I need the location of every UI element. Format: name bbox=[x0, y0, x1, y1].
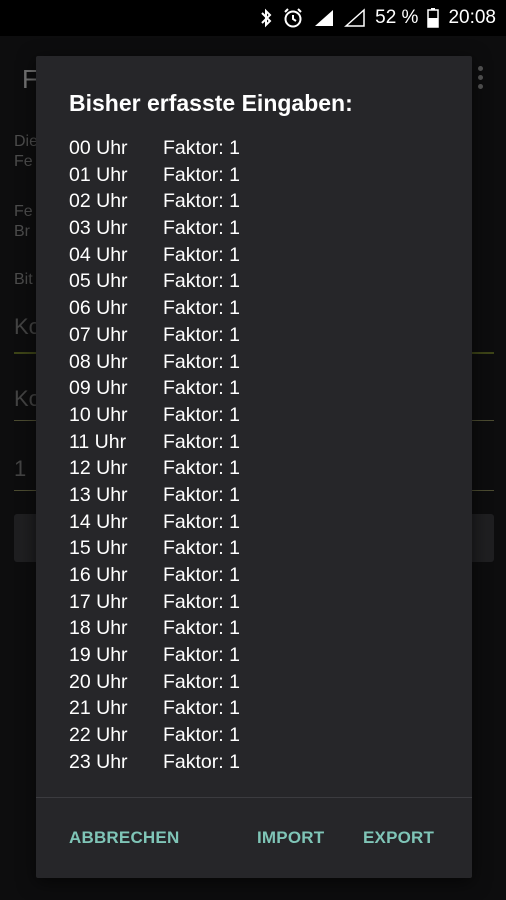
factor-label: Faktor: 1 bbox=[163, 750, 240, 773]
list-item: 05 Uhr Faktor: 1 bbox=[69, 268, 240, 295]
cancel-button[interactable]: ABBRECHEN bbox=[69, 828, 179, 848]
factor-label: Faktor: 1 bbox=[163, 510, 240, 533]
list-item: 09 Uhr Faktor: 1 bbox=[69, 375, 240, 402]
hour-label: 05 Uhr bbox=[69, 270, 128, 293]
list-item: 04 Uhr Faktor: 1 bbox=[69, 242, 240, 269]
list-item: 14 Uhr Faktor: 1 bbox=[69, 509, 240, 536]
factor-label: Faktor: 1 bbox=[163, 564, 240, 586]
list-item: 02 Uhr Faktor: 1 bbox=[69, 188, 240, 215]
hour-label: 15 Uhr bbox=[69, 537, 128, 560]
factor-label: Faktor: 1 bbox=[163, 697, 240, 720]
list-item: 20 Uhr Faktor: 1 bbox=[69, 669, 240, 696]
hour-label: 20 Uhr bbox=[69, 670, 128, 693]
list-item: 12 Uhr Faktor: 1 bbox=[69, 455, 240, 482]
factor-label: Faktor: 1 bbox=[163, 137, 240, 159]
list-item: 19 Uhr Faktor: 1 bbox=[69, 642, 240, 669]
hour-label: 02 Uhr bbox=[69, 190, 128, 213]
factor-label: Faktor: 1 bbox=[163, 190, 240, 213]
hour-label: 13 Uhr bbox=[69, 483, 128, 506]
hour-label: 18 Uhr bbox=[69, 617, 128, 640]
signal-empty-icon bbox=[344, 8, 366, 28]
hour-label: 22 Uhr bbox=[69, 724, 128, 747]
factor-label: Faktor: 1 bbox=[163, 724, 240, 747]
hour-label: 11 Uhr bbox=[69, 430, 127, 453]
list-item: 03 Uhr Faktor: 1 bbox=[69, 215, 240, 242]
entries-list: 00 Uhr Faktor: 1 01 Uhr Faktor: 1 02 Uhr Fa… bbox=[69, 135, 240, 776]
factor-label: Faktor: 1 bbox=[163, 483, 240, 506]
hour-label: 14 Uhr bbox=[69, 510, 128, 533]
list-item: 15 Uhr Faktor: 1 bbox=[69, 535, 240, 562]
list-item: 01 Uhr Faktor: 1 bbox=[69, 162, 240, 189]
list-item: 22 Uhr Faktor: 1 bbox=[69, 722, 240, 749]
list-item: 16 Uhr Faktor: 1 bbox=[69, 562, 240, 589]
entries-dialog: Bisher erfasste Eingaben: 00 Uhr Faktor: … bbox=[36, 56, 472, 878]
alarm-icon bbox=[282, 7, 304, 29]
factor-label: Faktor: 1 bbox=[163, 457, 240, 480]
factor-label: Faktor: 1 bbox=[163, 590, 240, 613]
hour-label: 00 Uhr bbox=[69, 137, 128, 159]
factor-label: Faktor: 1 bbox=[163, 430, 240, 453]
list-item: 10 Uhr Faktor: 1 bbox=[69, 402, 240, 429]
hour-label: 10 Uhr bbox=[69, 403, 128, 426]
hour-label: 07 Uhr bbox=[69, 323, 128, 346]
battery-percent: 52 % bbox=[375, 7, 419, 28]
hour-label: 17 Uhr bbox=[69, 590, 128, 613]
factor-label: Faktor: 1 bbox=[163, 243, 240, 266]
signal-icon bbox=[313, 8, 335, 28]
hour-label: 16 Uhr bbox=[69, 564, 128, 586]
dialog-actions: ABBRECHEN IMPORT EXPORT bbox=[36, 828, 472, 852]
list-item: 23 Uhr Faktor: 1 bbox=[69, 749, 240, 776]
status-bar: 52 % 20:08 bbox=[0, 0, 506, 36]
factor-label: Faktor: 1 bbox=[163, 670, 240, 693]
factor-label: Faktor: 1 bbox=[163, 163, 240, 186]
factor-label: Faktor: 1 bbox=[163, 217, 240, 240]
export-button[interactable]: EXPORT bbox=[363, 828, 434, 848]
bluetooth-icon bbox=[259, 8, 273, 28]
hour-label: 06 Uhr bbox=[69, 297, 128, 320]
hour-label: 04 Uhr bbox=[69, 243, 128, 266]
clock: 20:08 bbox=[448, 7, 496, 28]
battery-icon bbox=[427, 8, 440, 28]
hour-label: 08 Uhr bbox=[69, 350, 128, 373]
hour-label: 12 Uhr bbox=[69, 457, 128, 480]
factor-label: Faktor: 1 bbox=[163, 644, 240, 667]
list-item: 00 Uhr Faktor: 1 bbox=[69, 135, 240, 162]
list-item: 13 Uhr Faktor: 1 bbox=[69, 482, 240, 509]
factor-label: Faktor: 1 bbox=[163, 617, 240, 640]
list-item: 18 Uhr Faktor: 1 bbox=[69, 615, 240, 642]
list-item: 17 Uhr Faktor: 1 bbox=[69, 589, 240, 616]
list-item: 21 Uhr Faktor: 1 bbox=[69, 695, 240, 722]
hour-label: 23 Uhr bbox=[69, 750, 128, 773]
factor-label: Faktor: 1 bbox=[163, 270, 240, 293]
dialog-divider bbox=[36, 797, 472, 798]
factor-label: Faktor: 1 bbox=[163, 403, 240, 426]
list-item: 11 Uhr Faktor: 1 bbox=[69, 429, 240, 456]
list-item: 06 Uhr Faktor: 1 bbox=[69, 295, 240, 322]
list-item: 08 Uhr Faktor: 1 bbox=[69, 349, 240, 376]
factor-label: Faktor: 1 bbox=[163, 377, 240, 400]
hour-label: 09 Uhr bbox=[69, 377, 128, 400]
factor-label: Faktor: 1 bbox=[163, 323, 240, 346]
factor-label: Faktor: 1 bbox=[163, 350, 240, 373]
hour-label: 03 Uhr bbox=[69, 217, 128, 240]
factor-label: Faktor: 1 bbox=[163, 297, 240, 320]
hour-label: 01 Uhr bbox=[69, 163, 128, 186]
dialog-title: Bisher erfasste Eingaben: bbox=[69, 90, 353, 116]
factor-label: Faktor: 1 bbox=[163, 537, 240, 560]
import-button[interactable]: IMPORT bbox=[257, 828, 324, 848]
list-item: 07 Uhr Faktor: 1 bbox=[69, 322, 240, 349]
hour-label: 19 Uhr bbox=[69, 644, 128, 667]
hour-label: 21 Uhr bbox=[69, 697, 128, 720]
